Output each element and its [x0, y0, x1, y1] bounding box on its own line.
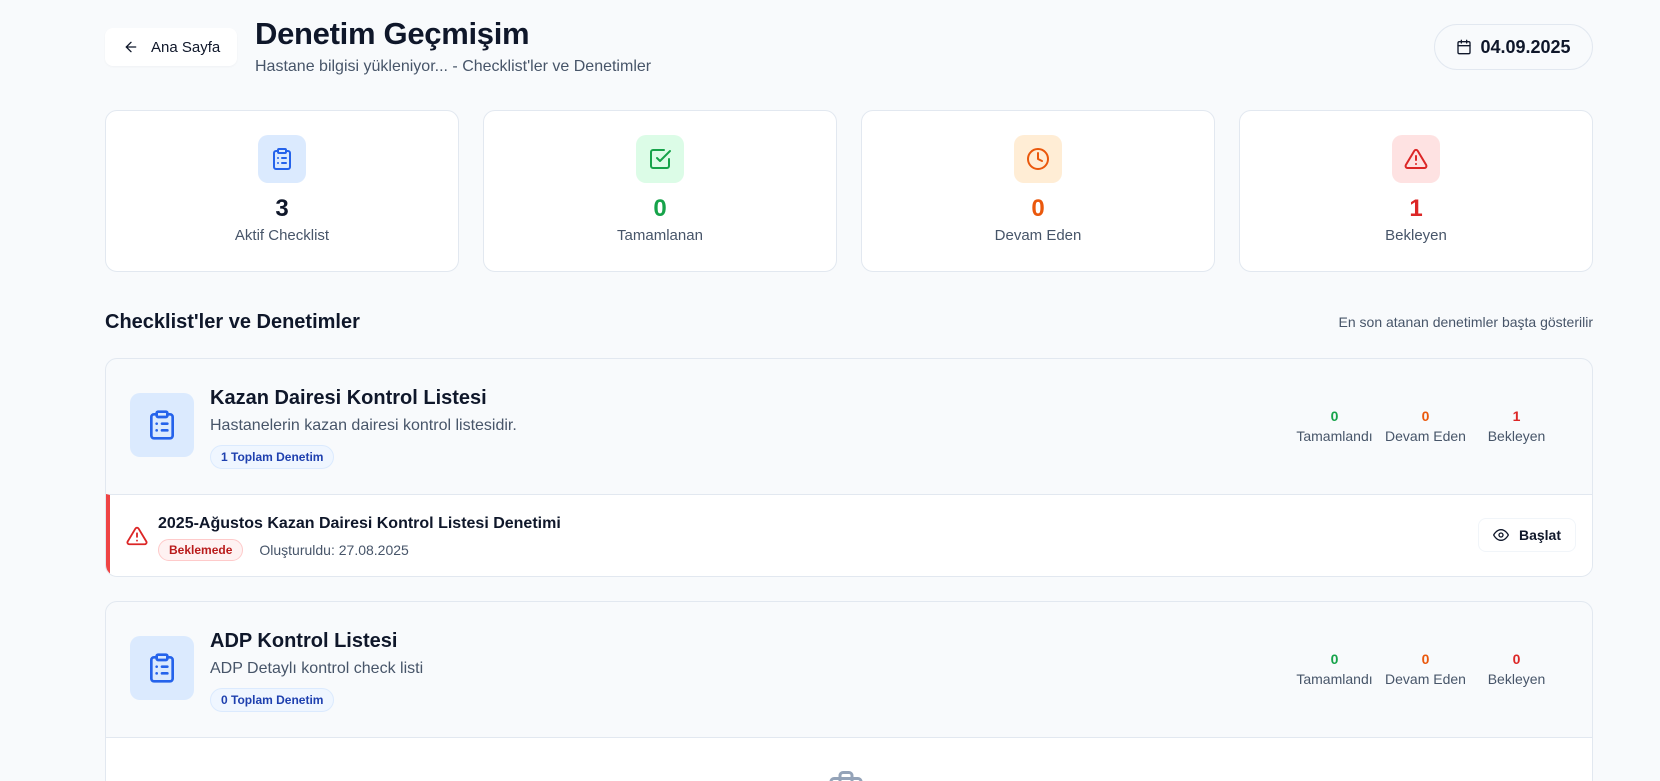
section-header: Checklist'ler ve Denetimler En son atana… — [105, 306, 1593, 338]
count-in-progress: 0 Devam Eden — [1380, 407, 1471, 444]
stat-value: 0 — [1031, 195, 1045, 222]
check-square-icon — [650, 149, 671, 169]
checklist-header[interactable]: ADP Kontrol Listesi ADP Detaylı kontrol … — [106, 602, 1592, 737]
page-subtitle: Hastane bilgisi yükleniyor... - Checklis… — [255, 58, 652, 75]
count-value: 0 — [1330, 651, 1339, 667]
stat-icon-box — [636, 135, 684, 183]
status-badge: Beklemede — [158, 539, 244, 561]
stat-card-in-progress: 0 Devam Eden — [861, 110, 1215, 272]
total-audits-badge: 1 Toplam Denetim — [210, 445, 335, 469]
page-title: Denetim Geçmişim — [255, 16, 530, 51]
back-home-label: Ana Sayfa — [151, 38, 221, 56]
clipboard-icon — [273, 148, 291, 170]
briefcase-icon — [829, 771, 863, 781]
count-value: 0 — [1421, 408, 1430, 424]
section-note: En son atanan denetimler başta gösterili… — [1338, 314, 1593, 330]
count-value: 0 — [1330, 408, 1339, 424]
page-header: Ana Sayfa Denetim Geçmişim Hastane bilgi… — [105, 0, 1593, 110]
checklist-description: Hastanelerin kazan dairesi kontrol liste… — [210, 417, 517, 434]
section-title: Checklist'ler ve Denetimler — [105, 310, 360, 333]
count-label: Tamamlandı — [1296, 671, 1373, 687]
checklist-icon-box — [130, 393, 194, 457]
checklist-counts: 0 Tamamlandı 0 Devam Eden 1 Bekleyen — [1289, 407, 1562, 444]
checklist-title: Kazan Dairesi Kontrol Listesi — [210, 387, 487, 409]
stat-card-active: 3 Aktif Checklist — [105, 110, 459, 272]
stat-card-pending: 1 Bekleyen — [1239, 110, 1593, 272]
audit-meta: Beklemede Oluşturuldu: 27.08.2025 — [158, 539, 409, 561]
count-label: Bekleyen — [1487, 671, 1546, 687]
total-audits-badge: 0 Toplam Denetim — [210, 688, 335, 712]
stat-card-completed: 0 Tamamlanan — [483, 110, 837, 272]
count-in-progress: 0 Devam Eden — [1380, 650, 1471, 687]
clipboard-list-icon — [150, 410, 174, 440]
title-block: Denetim Geçmişim Hastane bilgisi yükleni… — [255, 16, 651, 76]
stat-value: 1 — [1409, 195, 1423, 222]
count-pending: 1 Bekleyen — [1471, 407, 1562, 444]
audit-row: 2025-Ağustos Kazan Dairesi Kontrol Liste… — [106, 494, 1592, 576]
checklist-counts: 0 Tamamlandı 0 Devam Eden 0 Bekleyen — [1289, 650, 1562, 687]
count-value: 0 — [1512, 651, 1521, 667]
clipboard-list-icon — [150, 653, 174, 683]
count-label: Devam Eden — [1385, 428, 1466, 444]
arrow-left-icon — [125, 41, 137, 53]
stat-icon-box — [1014, 135, 1062, 183]
eye-icon — [1492, 529, 1509, 541]
checklist-info: Kazan Dairesi Kontrol Listesi Hastaneler… — [210, 385, 517, 469]
stat-value: 3 — [275, 195, 289, 222]
calendar-icon — [1457, 39, 1472, 55]
count-label: Tamamlandı — [1296, 428, 1373, 444]
date-value: 04.09.2025 — [1480, 36, 1571, 57]
date-chip: 04.09.2025 — [1434, 24, 1593, 70]
alert-triangle-icon — [126, 526, 148, 546]
count-completed: 0 Tamamlandı — [1289, 650, 1380, 687]
back-home-button[interactable]: Ana Sayfa — [105, 28, 237, 66]
stat-icon-box — [1392, 135, 1440, 183]
checklist-header[interactable]: Kazan Dairesi Kontrol Listesi Hastaneler… — [106, 359, 1592, 494]
start-audit-button[interactable]: Başlat — [1478, 518, 1576, 552]
checklist-info: ADP Kontrol Listesi ADP Detaylı kontrol … — [210, 628, 423, 712]
count-value: 0 — [1421, 651, 1430, 667]
checklist-icon-box — [130, 636, 194, 700]
created-date: Oluşturuldu: 27.08.2025 — [259, 542, 409, 558]
clock-icon — [1027, 148, 1049, 170]
stat-value: 0 — [653, 195, 667, 222]
stat-label: Devam Eden — [994, 227, 1082, 244]
checklist-description: ADP Detaylı kontrol check listi — [210, 660, 424, 677]
stat-label: Bekleyen — [1385, 227, 1447, 244]
count-pending: 0 Bekleyen — [1471, 650, 1562, 687]
stat-icon-box — [258, 135, 306, 183]
audit-title: 2025-Ağustos Kazan Dairesi Kontrol Liste… — [158, 515, 561, 532]
count-label: Devam Eden — [1385, 671, 1466, 687]
empty-audits-area — [106, 737, 1592, 781]
checklist-card: ADP Kontrol Listesi ADP Detaylı kontrol … — [105, 601, 1593, 781]
stats-row: 3 Aktif Checklist 0 Tamamlanan 0 Devam E… — [105, 110, 1593, 272]
alert-triangle-icon — [1404, 148, 1428, 169]
start-audit-label: Başlat — [1518, 527, 1562, 543]
count-label: Bekleyen — [1487, 428, 1546, 444]
count-value: 1 — [1512, 408, 1521, 424]
checklist-card: Kazan Dairesi Kontrol Listesi Hastaneler… — [105, 358, 1593, 577]
checklist-title: ADP Kontrol Listesi — [210, 630, 398, 652]
stat-label: Tamamlanan — [617, 227, 703, 244]
stat-label: Aktif Checklist — [234, 227, 330, 244]
count-completed: 0 Tamamlandı — [1289, 407, 1380, 444]
